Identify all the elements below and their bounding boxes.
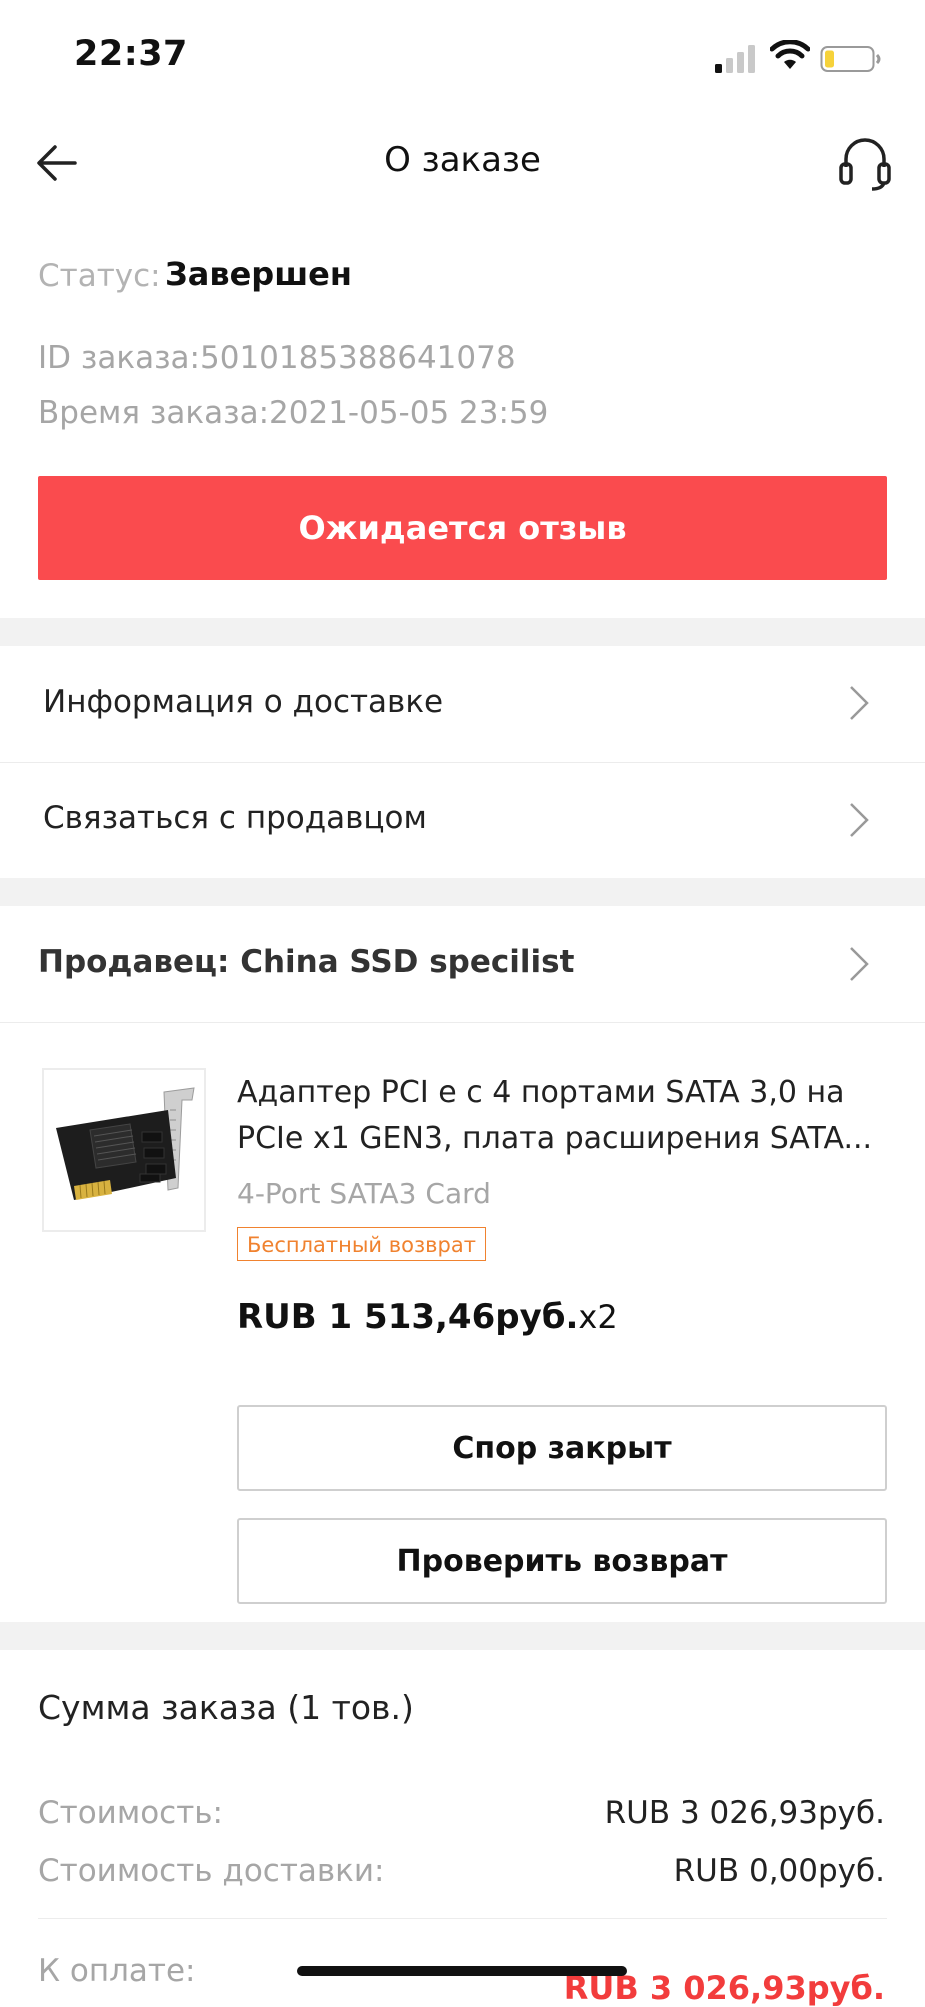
- dispute-closed-button[interactable]: Спор закрыт: [237, 1405, 887, 1491]
- product-thumbnail[interactable]: [42, 1068, 206, 1232]
- cost-value: RUB 3 026,93руб.: [604, 1795, 885, 1831]
- wifi-icon: [770, 40, 810, 69]
- section-divider: [0, 618, 925, 646]
- product-title[interactable]: Адаптер PCI e с 4 портами SATA 3,0 на PC…: [237, 1070, 877, 1162]
- chevron-right-icon: [850, 803, 869, 837]
- order-id: ID заказа:5010185388641078: [38, 340, 516, 376]
- headset-icon[interactable]: [836, 133, 894, 191]
- product-variant: 4-Port SATA3 Card: [237, 1177, 491, 1210]
- status-label: Статус:: [38, 258, 161, 294]
- row-divider: [0, 1022, 925, 1023]
- status-value: Завершен: [165, 255, 352, 293]
- shipping-cost-label: Стоимость доставки:: [38, 1853, 385, 1889]
- price-value: RUB 1 513,46руб.: [237, 1297, 579, 1337]
- delivery-info-row[interactable]: Информация о доставке: [0, 646, 925, 762]
- shipping-cost-value: RUB 0,00руб.: [673, 1853, 885, 1889]
- home-indicator[interactable]: [297, 1966, 627, 1976]
- free-return-badge: Бесплатный возврат: [237, 1227, 486, 1261]
- quantity: x2: [578, 1298, 618, 1336]
- page-title: О заказе: [384, 140, 541, 180]
- status-bar-time: 22:37: [74, 34, 188, 74]
- delivery-info-label: Информация о доставке: [43, 684, 444, 720]
- chevron-right-icon: [850, 947, 869, 981]
- cost-label: Стоимость:: [38, 1795, 223, 1831]
- chevron-right-icon: [850, 686, 869, 720]
- section-divider: [0, 1622, 925, 1650]
- contact-seller-row[interactable]: Связаться с продавцом: [0, 763, 925, 878]
- cellular-signal-icon: [715, 45, 755, 73]
- product-price: RUB 1 513,46руб.x2: [237, 1297, 618, 1337]
- sata-card-image: [44, 1070, 204, 1230]
- seller-row[interactable]: Продавец: China SSD specilist: [0, 906, 925, 1022]
- total-label: К оплате:: [38, 1953, 196, 1989]
- order-summary-title: Сумма заказа (1 тов.): [38, 1688, 414, 1727]
- seller-name: Продавец: China SSD specilist: [38, 944, 575, 980]
- summary-divider: [38, 1918, 887, 1919]
- battery-icon: [820, 46, 881, 72]
- check-return-button[interactable]: Проверить возврат: [237, 1518, 887, 1604]
- section-divider: [0, 878, 925, 906]
- awaiting-review-button[interactable]: Ожидается отзыв: [38, 476, 887, 580]
- order-time: Время заказа:2021-05-05 23:59: [38, 395, 549, 431]
- contact-seller-label: Связаться с продавцом: [43, 800, 427, 836]
